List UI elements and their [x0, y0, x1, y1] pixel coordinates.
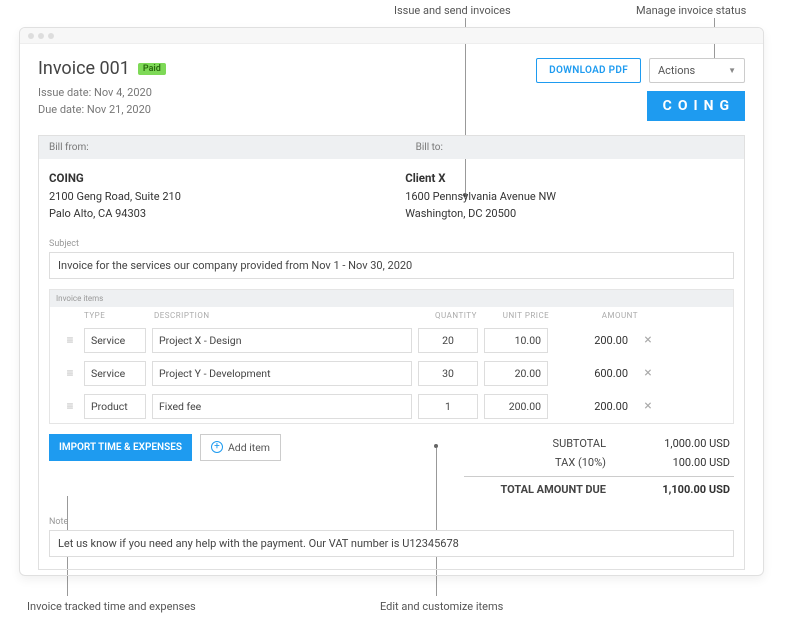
chevron-down-icon: ▼	[728, 66, 736, 75]
col-unit-price: UNIT PRICE	[490, 311, 562, 320]
bill-to-name: Client X	[405, 171, 445, 185]
plus-circle-icon: +	[211, 441, 223, 453]
item-price-input[interactable]: 200.00	[484, 394, 548, 419]
bill-from-name: COING	[49, 171, 84, 185]
subtotal-value: 1,000.00 USD	[630, 437, 730, 450]
note-input[interactable]: Let us know if you need any help with th…	[49, 530, 734, 557]
item-type-input[interactable]: Service	[84, 328, 146, 353]
item-qty-input[interactable]: 30	[418, 361, 478, 386]
subtotal-label: SUBTOTAL	[468, 437, 630, 450]
subject-label: Subject	[49, 239, 744, 249]
status-badge: Paid	[138, 63, 166, 75]
subject-input[interactable]: Invoice for the services our company pro…	[49, 252, 734, 279]
tax-value: 100.00 USD	[630, 456, 730, 469]
item-price-input[interactable]: 10.00	[484, 328, 548, 353]
item-row: ≡ Service Project X - Design 20 10.00 20…	[50, 324, 733, 357]
traffic-light-max[interactable]	[48, 33, 54, 39]
callout-edit-items: Edit and customize items	[380, 600, 503, 613]
delete-item-icon[interactable]: ×	[634, 332, 662, 348]
item-desc-input[interactable]: Project X - Design	[152, 328, 412, 353]
col-quantity: QUANTITY	[422, 311, 490, 320]
item-type-input[interactable]: Product	[84, 394, 146, 419]
window-titlebar	[20, 28, 763, 44]
brand-logo: COING	[647, 91, 745, 121]
import-time-expenses-button[interactable]: IMPORT TIME & EXPENSES	[49, 434, 192, 461]
delete-item-icon[interactable]: ×	[634, 365, 662, 381]
drag-handle-icon[interactable]: ≡	[56, 399, 84, 413]
item-qty-input[interactable]: 20	[418, 328, 478, 353]
add-item-label: Add item	[228, 441, 270, 454]
note-label: Note	[49, 517, 744, 527]
due-date: Due date: Nov 21, 2020	[38, 102, 166, 119]
traffic-light-min[interactable]	[38, 33, 44, 39]
invoice-title: Invoice 001	[38, 58, 130, 79]
col-amount: AMOUNT	[562, 311, 642, 320]
bill-to-label: Bill to:	[406, 136, 744, 159]
item-row: ≡ Service Project Y - Development 30 20.…	[50, 357, 733, 390]
drag-handle-icon[interactable]: ≡	[56, 366, 84, 380]
actions-label: Actions	[658, 64, 695, 77]
bill-to-line1: 1600 Pennsylvania Avenue NW	[405, 190, 556, 203]
issue-date: Issue date: Nov 4, 2020	[38, 85, 166, 102]
item-row: ≡ Product Fixed fee 1 200.00 200.00 ×	[50, 390, 733, 423]
item-desc-input[interactable]: Fixed fee	[152, 394, 412, 419]
col-type: TYPE	[84, 311, 154, 320]
callout-manage-status: Manage invoice status	[636, 4, 746, 17]
bill-to-line2: Washington, DC 20500	[405, 207, 516, 220]
item-amount: 600.00	[554, 367, 634, 380]
item-qty-input[interactable]: 1	[418, 394, 478, 419]
delete-item-icon[interactable]: ×	[634, 398, 662, 414]
callout-tracked: Invoice tracked time and expenses	[27, 600, 196, 613]
callout-issue-send: Issue and send invoices	[394, 4, 511, 17]
tax-label: TAX (10%)	[468, 456, 630, 469]
bill-from-label: Bill from:	[39, 136, 406, 159]
item-desc-input[interactable]: Project Y - Development	[152, 361, 412, 386]
item-amount: 200.00	[554, 400, 634, 413]
download-pdf-button[interactable]: DOWNLOAD PDF	[536, 58, 641, 83]
bill-from-line2: Palo Alto, CA 94303	[49, 207, 146, 220]
traffic-light-close[interactable]	[28, 33, 34, 39]
total-value: 1,100.00 USD	[630, 483, 730, 496]
item-amount: 200.00	[554, 334, 634, 347]
bill-from-line1: 2100 Geng Road, Suite 210	[49, 190, 181, 203]
col-description: DESCRIPTION	[154, 311, 422, 320]
item-type-input[interactable]: Service	[84, 361, 146, 386]
app-window: Invoice 001 Paid Issue date: Nov 4, 2020…	[19, 27, 764, 576]
total-label: TOTAL AMOUNT DUE	[468, 483, 630, 496]
actions-dropdown[interactable]: Actions ▼	[649, 58, 745, 83]
drag-handle-icon[interactable]: ≡	[56, 333, 84, 347]
items-section-label: Invoice items	[50, 290, 733, 307]
add-item-button[interactable]: + Add item	[200, 434, 281, 461]
item-price-input[interactable]: 20.00	[484, 361, 548, 386]
